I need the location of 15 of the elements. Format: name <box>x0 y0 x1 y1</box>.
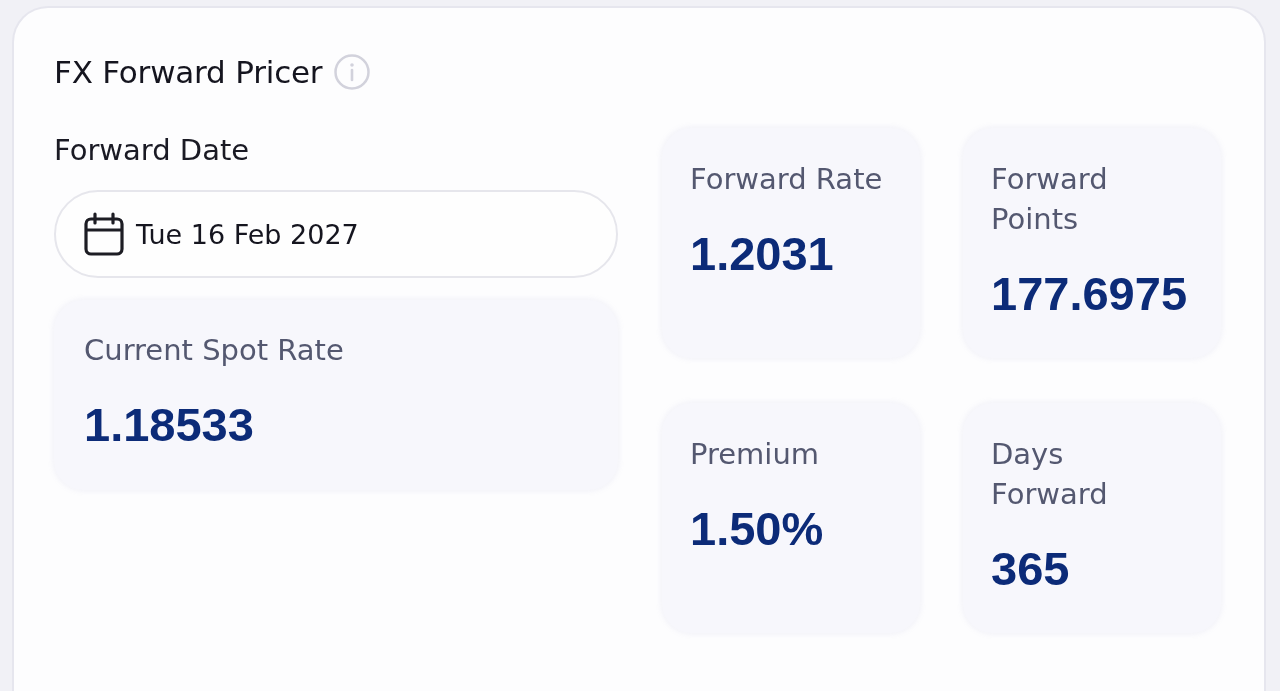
info-icon[interactable] <box>334 54 371 90</box>
calendar-icon <box>84 212 124 256</box>
metric-value: 365 <box>991 542 1071 596</box>
panel-title: FX Forward Pricer <box>54 54 323 90</box>
metric-value: 177.6975 <box>991 267 1188 321</box>
metric-label: Premium <box>690 436 821 473</box>
metric-label: Forward Rate <box>690 161 884 198</box>
metric-label: Days Forward <box>991 436 1109 513</box>
metric-value: 1.50% <box>690 502 825 556</box>
field-label: Forward Date <box>54 134 251 166</box>
metric-label: Current Spot Rate <box>84 332 345 369</box>
metric-label: Forward Points <box>991 161 1109 238</box>
metric-value: 1.18533 <box>84 398 255 452</box>
date-field[interactable]: Tue 16 Feb 2027 <box>54 190 618 278</box>
metric-value: 1.2031 <box>690 227 835 281</box>
